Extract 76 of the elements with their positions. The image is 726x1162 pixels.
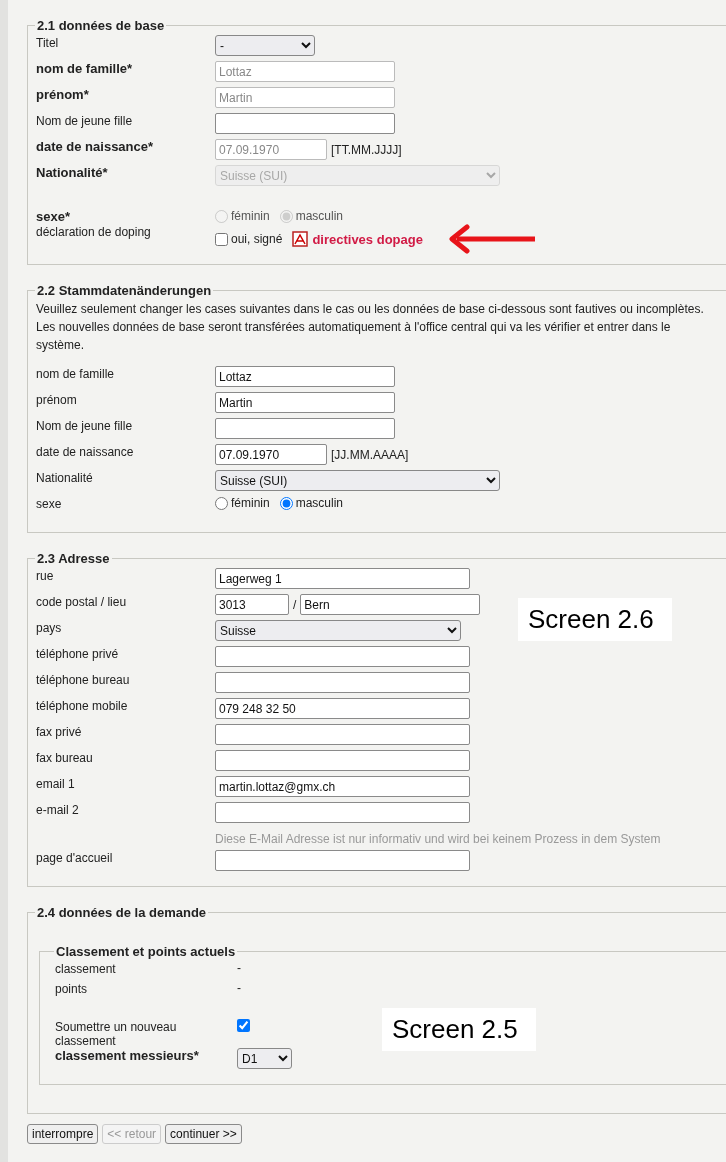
screen-annotation: Screen 2.6 <box>518 598 672 641</box>
field-label: code postal / lieu <box>36 594 128 609</box>
field-label: rue <box>36 568 55 583</box>
text-field[interactable]: 079 248 32 50 <box>215 698 470 719</box>
radio-label: masculin <box>295 209 344 223</box>
field-label: classement <box>55 961 117 976</box>
text-field[interactable]: martin.lottaz@gmx.ch <box>215 776 470 797</box>
nav-button[interactable]: interrompre <box>27 1124 99 1144</box>
checkbox-label: oui, signé <box>231 232 283 246</box>
pdf-icon <box>292 231 309 247</box>
screen-annotation: Screen 2.5 <box>382 1008 536 1051</box>
date-format-hint: [JJ.MM.AAAA] <box>331 447 409 462</box>
field-label: fax bureau <box>36 750 94 765</box>
radio-button[interactable] <box>279 496 293 510</box>
city-field[interactable]: Bern <box>300 594 481 615</box>
field-label: Titel <box>36 35 60 50</box>
text-field[interactable] <box>215 672 470 693</box>
field-label: points <box>55 981 89 996</box>
field-label: Nationalité* <box>36 165 109 180</box>
text-field[interactable] <box>215 646 470 667</box>
field-value: - <box>237 961 241 975</box>
text-field[interactable] <box>215 802 470 823</box>
field-label: date de naissance* <box>36 139 155 154</box>
section-title: 2.1 données de base <box>36 18 166 33</box>
text-field[interactable] <box>215 750 470 771</box>
section-title: 2.3 Adresse <box>36 551 111 566</box>
text-field[interactable] <box>215 850 470 871</box>
dropdown[interactable]: Suisse <box>215 620 461 641</box>
field-label: téléphone bureau <box>36 672 131 687</box>
intro-text: Veuillez seulement changer les cases suivantes dans le cas ou les données de base ci-dessous sont fautives ou incomplètes. Les nouvelles données de base seront transférées automatiquement à l'office central qui va les vérifier et entrer dans le système. <box>36 301 705 354</box>
field-label: classement messieurs* <box>55 1048 200 1063</box>
field-label: déclaration de doping <box>36 224 152 239</box>
field-label: nom de famille* <box>36 61 134 76</box>
text-field[interactable]: Lottaz <box>215 366 395 387</box>
field-label: nom de famille <box>36 366 116 381</box>
section-title: 2.2 Stammdatenänderungen <box>36 283 213 298</box>
field-label: prénom <box>36 392 78 407</box>
field-label: fax privé <box>36 724 83 739</box>
dropdown[interactable]: - <box>215 35 315 56</box>
radio-label: féminin <box>231 209 270 223</box>
section-title: 2.4 données de la demande <box>36 905 208 920</box>
field-label: téléphone mobile <box>36 698 129 713</box>
dropdown[interactable]: Suisse (SUI) <box>215 470 500 491</box>
checkbox[interactable] <box>215 232 228 246</box>
text-field[interactable] <box>215 418 395 439</box>
radio-label: féminin <box>231 496 270 510</box>
postal-code-field[interactable]: 3013 <box>215 594 289 615</box>
nav-button[interactable]: continuer >> <box>165 1124 242 1144</box>
radio-label: masculin <box>295 496 344 510</box>
text-field[interactable]: Lagerweg 1 <box>215 568 470 589</box>
date-format-hint: [TT.MM.JJJJ] <box>331 142 402 157</box>
field-label: page d'accueil <box>36 850 114 865</box>
text-field[interactable] <box>215 724 470 745</box>
separator-text: / <box>293 597 297 612</box>
radio-button[interactable] <box>215 496 228 510</box>
date-field[interactable]: 07.09.1970 <box>215 444 327 465</box>
field-label: téléphone privé <box>36 646 120 661</box>
field-label: Nom de jeune fille <box>36 113 134 128</box>
text-field[interactable]: Martin <box>215 392 395 413</box>
directives-link[interactable]: directives dopage <box>312 231 423 247</box>
field-label: email 1 <box>36 776 76 791</box>
hint-text: Diese E-Mail Adresse ist nur informativ und wird bei keinem Prozess in dem System <box>215 832 662 846</box>
field-label: Nationalité <box>36 470 94 485</box>
field-label: sexe* <box>36 208 71 224</box>
field-label: date de naissance <box>36 444 135 459</box>
field-label: prénom* <box>36 87 90 102</box>
field-label: e-mail 2 <box>36 802 80 817</box>
field-value: - <box>237 981 241 995</box>
field-label: sexe <box>36 496 63 511</box>
dropdown[interactable]: D1 <box>237 1048 292 1069</box>
text-field[interactable] <box>215 113 395 134</box>
field-label: pays <box>36 620 63 635</box>
field-label: Nom de jeune fille <box>36 418 134 433</box>
subsection-title: Classement et points actuels <box>55 944 237 959</box>
checkbox[interactable] <box>237 1019 250 1032</box>
field-label: Soumettre un nouveau classement <box>55 1019 178 1048</box>
